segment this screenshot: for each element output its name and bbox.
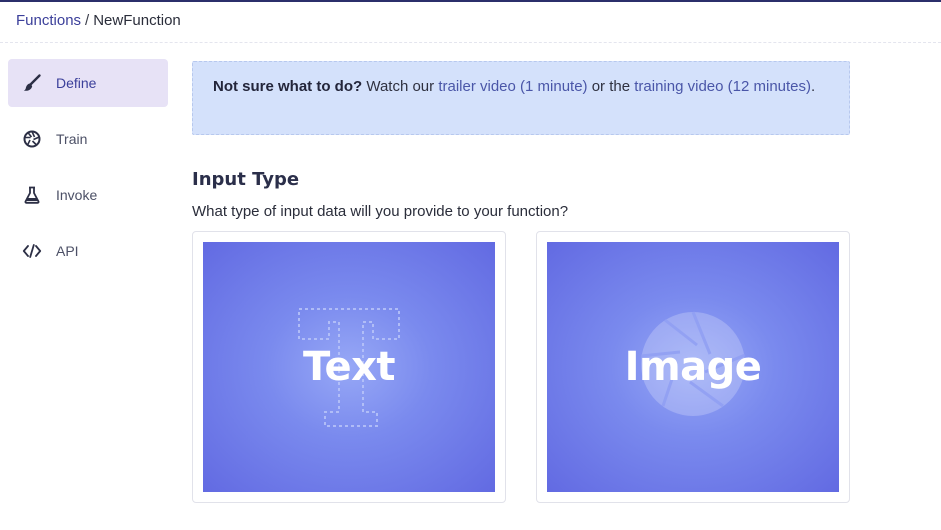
breadcrumb-separator: / bbox=[85, 12, 90, 29]
sidebar: Define Train Invoke API bbox=[8, 59, 168, 283]
banner-text: or the bbox=[587, 78, 635, 95]
flask-icon bbox=[22, 185, 42, 205]
breadcrumb: Functions / NewFunction bbox=[16, 12, 181, 30]
header-divider bbox=[0, 42, 941, 43]
sidebar-item-api[interactable]: API bbox=[8, 227, 168, 275]
brush-icon bbox=[22, 73, 42, 93]
banner-text: . bbox=[811, 78, 816, 95]
sidebar-item-define[interactable]: Define bbox=[8, 59, 168, 107]
section-subtitle: What type of input data will you provide… bbox=[192, 203, 569, 220]
trailer-video-link[interactable]: trailer video (1 minute) bbox=[438, 78, 587, 95]
sidebar-item-label: Train bbox=[56, 131, 88, 147]
sidebar-item-invoke[interactable]: Invoke bbox=[8, 171, 168, 219]
breadcrumb-functions-link[interactable]: Functions bbox=[16, 12, 81, 29]
text-card-label: Text bbox=[302, 344, 396, 390]
input-type-text-card[interactable]: Text bbox=[192, 231, 506, 503]
sidebar-item-label: Invoke bbox=[56, 187, 98, 203]
input-type-image-card[interactable]: Image bbox=[536, 231, 850, 503]
section-title: Input Type bbox=[192, 169, 300, 190]
breadcrumb-current: NewFunction bbox=[93, 12, 181, 29]
training-video-link[interactable]: training video (12 minutes) bbox=[634, 78, 811, 95]
text-card-tile: Text bbox=[203, 242, 495, 492]
sidebar-item-train[interactable]: Train bbox=[8, 115, 168, 163]
banner-text: Watch our bbox=[362, 78, 439, 95]
image-card-label: Image bbox=[624, 344, 762, 390]
sidebar-item-label: API bbox=[56, 243, 79, 259]
code-icon bbox=[22, 241, 42, 261]
banner-heading: Not sure what to do? bbox=[213, 78, 363, 95]
top-rule bbox=[0, 0, 941, 2]
help-banner: Not sure what to do? Watch our trailer v… bbox=[192, 61, 850, 135]
sidebar-item-label: Define bbox=[56, 75, 97, 91]
aperture-icon bbox=[22, 129, 42, 149]
image-card-tile: Image bbox=[547, 242, 839, 492]
